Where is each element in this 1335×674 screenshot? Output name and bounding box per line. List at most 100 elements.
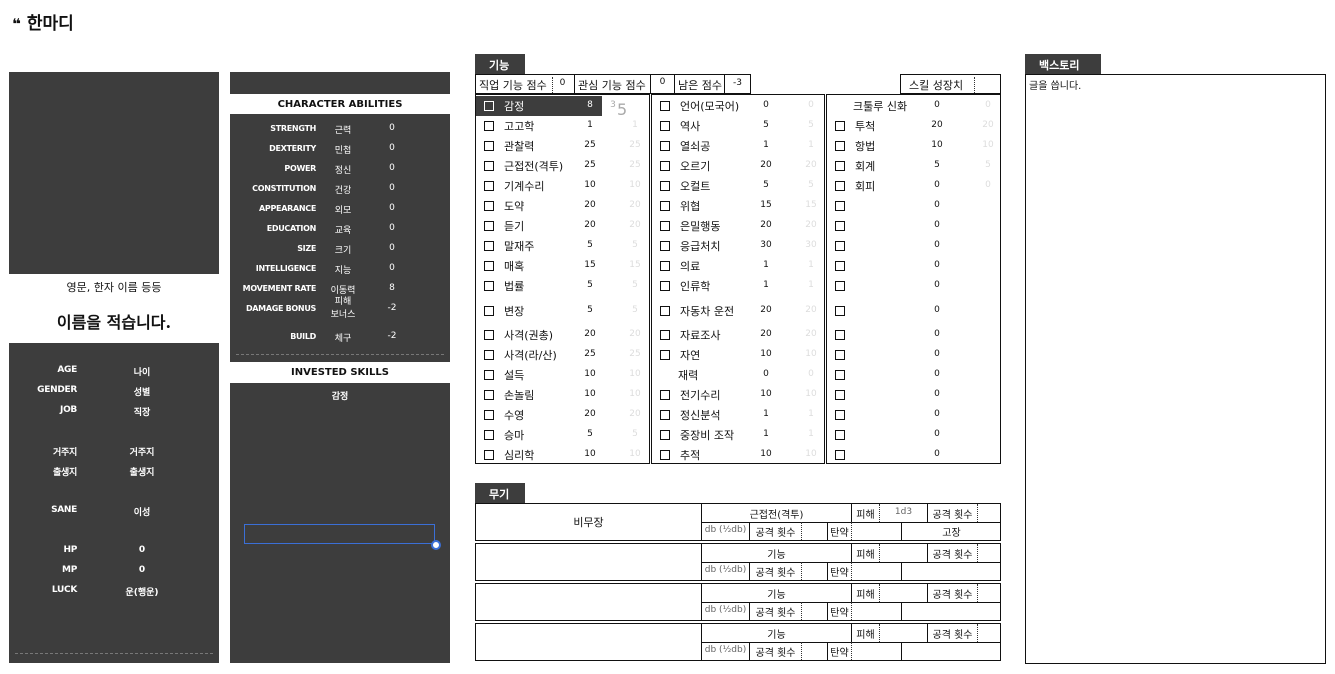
attacks-value[interactable] <box>977 504 1001 522</box>
skill-row[interactable]: 추적 10 10 <box>652 445 824 465</box>
skill-row[interactable]: 재력 0 0 <box>652 365 824 385</box>
skill-value[interactable]: 1 <box>756 260 776 270</box>
skill-row[interactable]: 오컬트 5 5 <box>652 176 824 196</box>
profile-value[interactable]: 나이 <box>99 365 185 378</box>
ability-value[interactable]: -2 <box>380 331 404 341</box>
profile-value[interactable]: 직장 <box>99 405 185 418</box>
skill-row[interactable]: 0 <box>827 445 999 465</box>
skill-row[interactable]: 언어(모국어) 0 0 <box>652 96 824 116</box>
ability-value[interactable]: 0 <box>380 223 404 233</box>
malfunction[interactable] <box>901 602 1001 620</box>
portrait-image[interactable] <box>9 50 227 274</box>
name-hint[interactable]: 영문, 한자 이름 등등 <box>9 279 219 295</box>
skill-value[interactable]: 15 <box>756 200 776 210</box>
skill-value[interactable]: 10 <box>580 449 600 459</box>
ability-value[interactable]: -2 <box>380 303 404 313</box>
skill-checkbox[interactable] <box>484 410 494 420</box>
skill-row[interactable]: 인류학 1 1 <box>652 276 824 296</box>
skill-value[interactable]: 20 <box>756 160 776 170</box>
skill-checkbox[interactable] <box>835 430 845 440</box>
skill-value[interactable]: 20 <box>580 200 600 210</box>
tab-backstory[interactable]: 백스토리 <box>1025 54 1101 74</box>
skill-checkbox[interactable] <box>484 101 494 111</box>
skill-value[interactable]: 5 <box>927 160 947 170</box>
skill-checkbox[interactable] <box>660 101 670 111</box>
skill-checkbox[interactable] <box>835 141 845 151</box>
skill-row[interactable]: 0 <box>827 365 999 385</box>
skill-row[interactable]: 0 <box>827 276 999 296</box>
skill-checkbox[interactable] <box>835 330 845 340</box>
weapon-db[interactable]: db (½db) <box>701 522 749 540</box>
skill-checkbox[interactable] <box>835 161 845 171</box>
skill-checkbox[interactable] <box>835 121 845 131</box>
skill-checkbox[interactable] <box>660 410 670 420</box>
attacks-value[interactable] <box>977 624 1001 642</box>
ability-value[interactable]: 0 <box>380 263 404 273</box>
skill-value[interactable]: 10 <box>580 369 600 379</box>
weapon-damage[interactable]: 1d3 <box>879 504 927 522</box>
skill-value[interactable]: 0 <box>927 260 947 270</box>
skill-row[interactable]: 0 <box>827 216 999 236</box>
skill-checkbox[interactable] <box>835 306 845 316</box>
skill-growth-value[interactable] <box>974 77 1000 93</box>
weapon-db[interactable]: db (½db) <box>701 562 749 580</box>
skill-row[interactable]: 근접전(격투) 25 25 <box>476 156 641 176</box>
skill-checkbox[interactable] <box>484 181 494 191</box>
skill-row[interactable]: 법률 5 5 <box>476 276 638 296</box>
skill-row[interactable]: 자동차 운전 20 20 <box>652 301 824 321</box>
skill-value[interactable]: 10 <box>927 140 947 150</box>
character-name[interactable]: 이름을 적습니다. <box>9 309 219 333</box>
skill-row[interactable]: 항법 10 10 <box>827 136 999 156</box>
skill-value[interactable]: 20 <box>927 120 947 130</box>
skill-checkbox[interactable] <box>835 201 845 211</box>
skill-value[interactable]: 0 <box>927 280 947 290</box>
skill-value[interactable]: 5 <box>580 429 600 439</box>
ability-value[interactable]: 0 <box>380 143 404 153</box>
skill-value[interactable]: 0 <box>927 240 947 250</box>
skill-row[interactable]: 0 <box>827 345 999 365</box>
skill-row[interactable]: 0 <box>827 425 999 445</box>
skill-row[interactable]: 회피 0 0 <box>827 176 999 196</box>
skill-value[interactable]: 1 <box>756 280 776 290</box>
skill-checkbox[interactable] <box>484 161 494 171</box>
profile-value[interactable]: 거주지 <box>99 445 185 458</box>
skill-value[interactable]: 0 <box>927 220 947 230</box>
skill-checkbox[interactable] <box>660 141 670 151</box>
skill-row[interactable]: 크툴루 신화 0 0 <box>827 96 999 116</box>
skill-value[interactable]: 1 <box>580 120 600 130</box>
skill-checkbox[interactable] <box>835 350 845 360</box>
ammo-value[interactable] <box>851 562 901 580</box>
skill-value[interactable]: 10 <box>756 349 776 359</box>
skill-row[interactable]: 0 <box>827 385 999 405</box>
skill-value[interactable]: 10 <box>580 180 600 190</box>
profile-value[interactable]: 출생지 <box>99 465 185 478</box>
skill-checkbox[interactable] <box>835 370 845 380</box>
skill-value[interactable]: 5 <box>580 240 600 250</box>
skill-row[interactable]: 손놀림 10 10 <box>476 385 641 405</box>
skill-checkbox[interactable] <box>484 390 494 400</box>
skill-checkbox[interactable] <box>660 306 670 316</box>
ammo-value[interactable] <box>851 602 901 620</box>
skill-value[interactable]: 0 <box>927 369 947 379</box>
skill-value[interactable]: 30 <box>756 240 776 250</box>
attacks-value[interactable] <box>801 642 827 660</box>
profile-value[interactable]: 성별 <box>99 385 185 398</box>
skill-row[interactable]: 감정 8 3 <box>476 96 616 116</box>
skill-row[interactable]: 자료조사 20 20 <box>652 325 824 345</box>
profile-value[interactable]: 운(행운) <box>99 585 185 598</box>
skill-checkbox[interactable] <box>835 181 845 191</box>
skill-checkbox[interactable] <box>835 221 845 231</box>
skill-checkbox[interactable] <box>484 281 494 291</box>
weapon-skill[interactable]: 기능 <box>701 624 851 642</box>
ability-value[interactable]: 0 <box>380 183 404 193</box>
skill-checkbox[interactable] <box>835 390 845 400</box>
skill-row[interactable]: 기계수리 10 10 <box>476 176 641 196</box>
skill-checkbox[interactable] <box>835 450 845 460</box>
skill-row[interactable]: 매혹 15 15 <box>476 256 641 276</box>
skill-row[interactable]: 열쇠공 1 1 <box>652 136 824 156</box>
skill-row[interactable]: 정신분석 1 1 <box>652 405 824 425</box>
skill-row[interactable]: 사격(권총) 20 20 <box>476 325 641 345</box>
skill-value[interactable]: 0 <box>927 329 947 339</box>
skill-checkbox[interactable] <box>484 450 494 460</box>
tab-weapons[interactable]: 무기 <box>475 483 525 503</box>
